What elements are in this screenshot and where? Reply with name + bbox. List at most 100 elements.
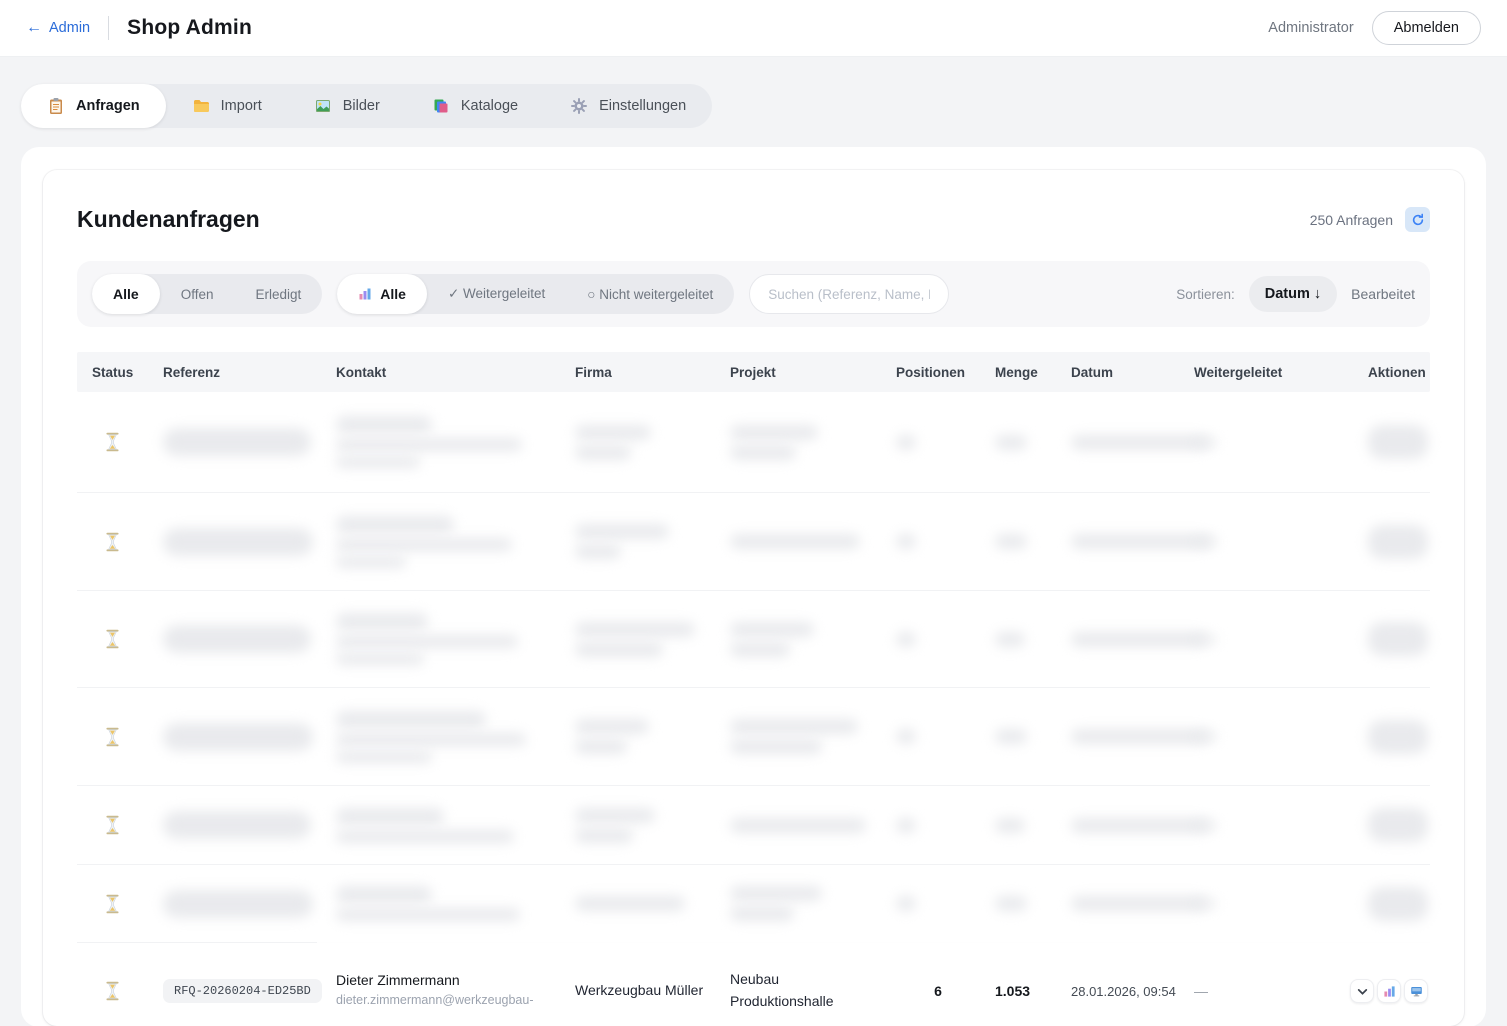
redacted-blob — [575, 524, 669, 539]
table-row[interactable] — [77, 392, 1430, 493]
redacted-blob — [730, 642, 790, 657]
main-tabbar: Anfragen Import Bilder Kataloge Einstell… — [21, 84, 712, 128]
redacted-blob — [730, 906, 794, 921]
table-header: Status Referenz Kontakt Firma Projekt Po… — [77, 352, 1430, 392]
image-icon — [314, 97, 332, 115]
bar-chart-icon — [358, 287, 372, 301]
tab-kataloge[interactable]: Kataloge — [406, 84, 544, 128]
redacted-blob — [896, 632, 916, 647]
tab-einstellungen[interactable]: Einstellungen — [544, 84, 712, 128]
redacted-blob — [163, 723, 313, 751]
inquiry-count: 250 Anfragen — [1310, 212, 1393, 228]
redacted-blob — [575, 719, 649, 734]
filter-status-erledigt[interactable]: Erledigt — [234, 274, 322, 314]
tab-label: Bilder — [343, 98, 380, 114]
redacted-blob — [1368, 525, 1428, 559]
table-row[interactable] — [77, 493, 1430, 591]
filter-label: Alle — [380, 286, 406, 302]
top-header: ← Admin Shop Admin Administrator Abmelde… — [0, 0, 1507, 57]
redacted-blob — [336, 733, 526, 746]
filter-status-offen[interactable]: Offen — [160, 274, 235, 314]
search-input[interactable] — [749, 274, 949, 314]
table-row[interactable] — [77, 688, 1430, 786]
redacted-blob — [336, 808, 444, 825]
table-row[interactable]: RFQ-20260204-ED25BD Dieter Zimmermann di… — [77, 943, 1430, 1026]
redacted-blob — [163, 811, 311, 839]
tab-label: Einstellungen — [599, 98, 686, 114]
redacted-blob — [336, 438, 522, 451]
col-status: Status — [77, 365, 148, 380]
clipboard-icon — [47, 97, 65, 115]
redacted-blob — [1368, 622, 1428, 656]
col-aktionen: Aktionen — [1353, 365, 1430, 380]
books-icon — [432, 97, 450, 115]
redacted-blob — [336, 635, 518, 648]
expand-row-button[interactable] — [1350, 979, 1374, 1003]
logout-button[interactable]: Abmelden — [1372, 11, 1481, 45]
redacted-blob — [575, 739, 627, 754]
redacted-blob — [1368, 808, 1428, 842]
hourglass-icon — [104, 726, 121, 748]
redacted-blob — [163, 528, 313, 556]
redacted-blob — [1194, 539, 1218, 544]
redacted-blob — [575, 425, 651, 440]
redacted-blob — [896, 534, 916, 549]
redacted-blob — [336, 416, 432, 433]
filter-status-alle[interactable]: Alle — [92, 274, 160, 314]
filter-forward-alle[interactable]: Alle — [337, 274, 427, 314]
company-name: Werkzeugbau Müller — [575, 980, 703, 1002]
col-menge: Menge — [980, 365, 1056, 380]
tab-anfragen[interactable]: Anfragen — [21, 84, 166, 128]
sort-by-bearbeitet-button[interactable]: Bearbeitet — [1351, 286, 1415, 302]
redacted-blob — [575, 808, 655, 823]
col-projekt: Projekt — [715, 365, 881, 380]
hourglass-icon — [104, 980, 121, 1002]
contact-email: dieter.zimmermann@werkzeugbau- — [336, 991, 534, 1010]
sort-by-date-button[interactable]: Datum ↓ — [1249, 276, 1337, 312]
redacted-blob — [336, 908, 520, 921]
table-row[interactable] — [77, 591, 1430, 688]
redacted-blob — [1194, 637, 1218, 642]
col-kontakt: Kontakt — [321, 365, 560, 380]
preview-action-button[interactable] — [1404, 979, 1428, 1003]
redacted-blob — [995, 729, 1027, 744]
tab-bilder[interactable]: Bilder — [288, 84, 406, 128]
redacted-blob — [995, 632, 1025, 647]
app-title: Shop Admin — [127, 16, 252, 40]
redacted-blob — [163, 890, 313, 918]
redacted-blob — [336, 830, 514, 843]
table-row[interactable] — [77, 786, 1430, 865]
chevron-down-icon — [1356, 985, 1369, 998]
redacted-blob — [575, 622, 695, 637]
redacted-blob — [575, 544, 621, 559]
redacted-blob — [1194, 734, 1218, 739]
header-divider — [108, 16, 109, 40]
redacted-blob — [730, 622, 814, 637]
redacted-blob — [336, 711, 486, 728]
redacted-blob — [995, 896, 1027, 911]
redacted-blob — [896, 896, 916, 911]
tab-import[interactable]: Import — [166, 84, 288, 128]
redacted-blob — [730, 425, 818, 440]
redacted-blob — [575, 445, 631, 460]
redacted-blob — [1368, 425, 1428, 459]
reference-badge: RFQ-20260204-ED25BD — [163, 979, 322, 1003]
redacted-blob — [730, 818, 866, 833]
table-body-redacted — [77, 392, 1430, 943]
back-to-admin-link[interactable]: ← Admin — [26, 20, 90, 36]
hourglass-icon — [104, 531, 121, 553]
stats-action-button[interactable] — [1377, 979, 1401, 1003]
redacted-blob — [336, 516, 454, 533]
forwarded-value: — — [1194, 983, 1208, 999]
filter-nicht-weitergeleitet[interactable]: ○ Nicht weitergeleitet — [566, 274, 734, 314]
refresh-button[interactable] — [1405, 207, 1430, 232]
project-name: Neubau Produktionshalle — [730, 969, 870, 1012]
redacted-blob — [730, 719, 858, 734]
status-filter-segment: Alle Offen Erledigt — [92, 274, 322, 314]
date-value: 28.01.2026, 09:54 — [1071, 984, 1176, 999]
page-title: Kundenanfragen — [77, 206, 260, 233]
table-row[interactable] — [77, 865, 1430, 943]
col-positionen: Positionen — [881, 365, 980, 380]
filter-weitergeleitet[interactable]: ✓ Weitergeleitet — [427, 274, 566, 314]
redacted-blob — [336, 653, 424, 665]
